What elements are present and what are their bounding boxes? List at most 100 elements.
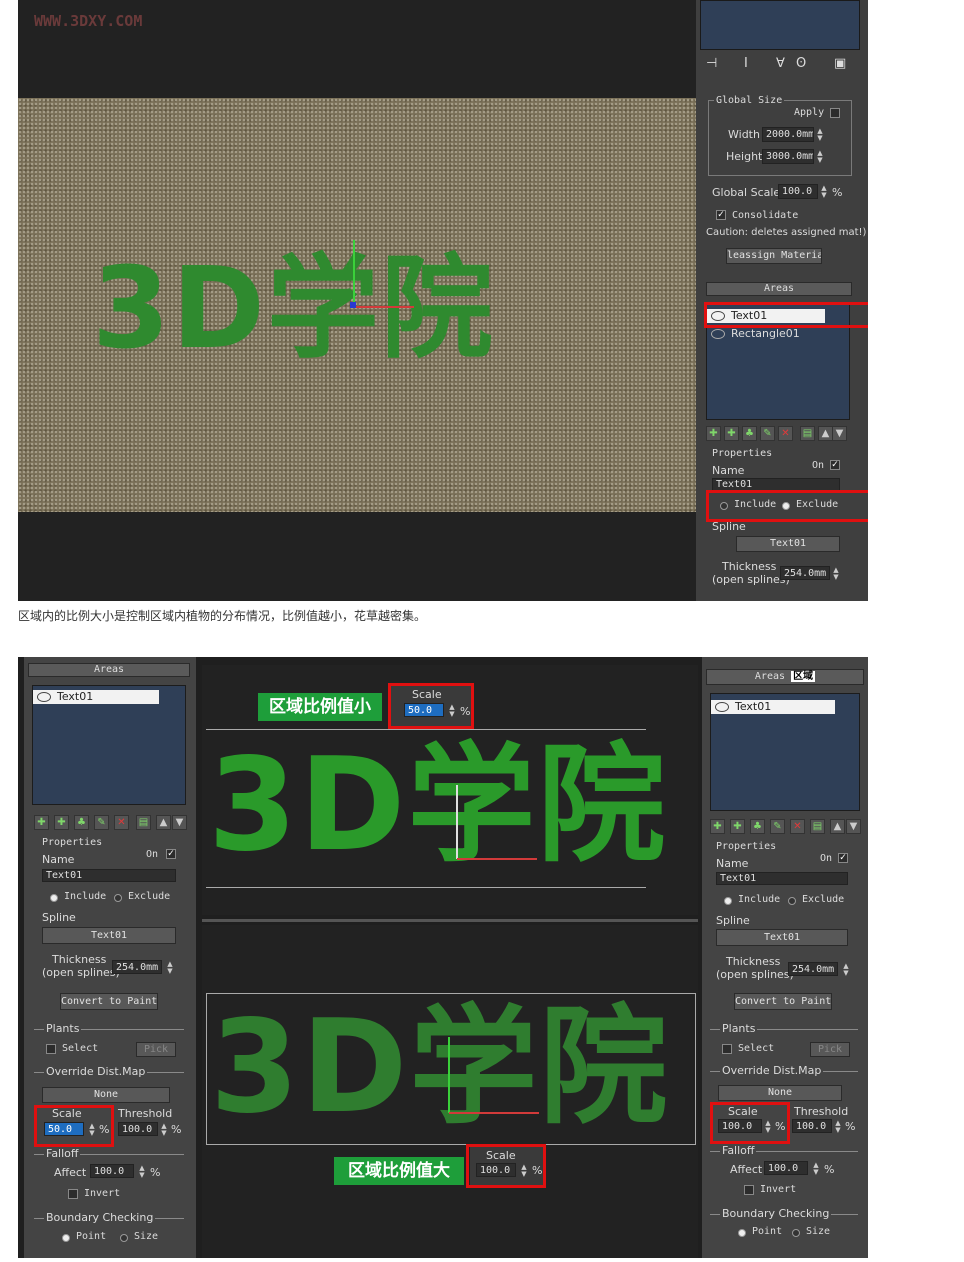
left-point-radio[interactable] — [62, 1234, 70, 1242]
left-point-label: Point — [76, 1231, 107, 1242]
left-thickness-spinner[interactable]: ▲ ▼ — [166, 961, 174, 975]
right-area-item-text01[interactable]: Text01 — [711, 700, 835, 714]
left-on-checkbox[interactable]: ✓ — [166, 849, 176, 859]
right-thickness-field[interactable]: 254.0mm — [788, 962, 838, 976]
add-multi-icon[interactable]: ✚ — [54, 815, 69, 830]
up-arrow-icon[interactable]: ▲ — [818, 426, 833, 441]
right-spline-label: Spline — [716, 914, 750, 927]
left-areas-header[interactable]: Areas — [28, 663, 190, 677]
plant-icon[interactable]: ♣ — [74, 815, 89, 830]
delete-icon[interactable]: ✕ — [114, 815, 129, 830]
right-point-label: Point — [752, 1226, 783, 1237]
right-select-checkbox[interactable] — [722, 1044, 732, 1054]
right-spline-button[interactable]: Text01 — [716, 929, 848, 946]
pan-icon[interactable]: ʘ — [796, 56, 806, 71]
top-viewport[interactable]: WWW.3DXY.COM 3D学院 — [18, 0, 696, 601]
up-arrow-icon[interactable]: ▲ — [830, 819, 845, 834]
area-item-rectangle01[interactable]: Rectangle01 — [707, 327, 849, 341]
thickness-field[interactable]: 254.0mm — [780, 566, 830, 580]
left-none-button[interactable]: None — [42, 1087, 170, 1103]
right-size-radio[interactable] — [792, 1229, 800, 1237]
height-field[interactable]: 3000.0mm — [762, 149, 814, 164]
left-size-radio[interactable] — [120, 1234, 128, 1242]
on-checkbox[interactable]: ✓ — [830, 460, 840, 470]
right-on-checkbox[interactable]: ✓ — [838, 853, 848, 863]
right-scale-highlight — [710, 1102, 790, 1144]
right-areas-header[interactable]: Areas 区域 — [706, 669, 864, 685]
viewport-large-scale[interactable]: 3D学院 — [202, 925, 698, 1258]
consolidate-checkbox[interactable]: ✓ — [716, 210, 726, 220]
right-pick-button[interactable]: Pick — [810, 1042, 850, 1057]
left-area-item-text01[interactable]: Text01 — [33, 690, 159, 704]
cursor-icon[interactable]: I — [744, 56, 748, 71]
down-arrow-icon[interactable]: ▼ — [172, 815, 187, 830]
apply-checkbox[interactable] — [830, 108, 840, 118]
height-label: Height — [726, 150, 763, 163]
add-multi-icon[interactable]: ✚ — [730, 819, 745, 834]
right-threshold-label: Threshold — [794, 1105, 849, 1118]
config-icon[interactable]: ▣ — [834, 56, 846, 71]
add-area-icon[interactable]: ✚ — [34, 815, 49, 830]
spline-button[interactable]: Text01 — [736, 536, 840, 552]
down-arrow-icon[interactable]: ▼ — [832, 426, 847, 441]
height-spinner[interactable]: ▲ ▼ — [816, 150, 824, 164]
width-field[interactable]: 2000.0mm — [762, 127, 814, 142]
left-affect-field[interactable]: 100.0 — [90, 1164, 134, 1178]
left-threshold-spinner[interactable]: ▲ ▼ — [160, 1123, 168, 1137]
add-area-icon[interactable]: ✚ — [710, 819, 725, 834]
right-thickness-spinner[interactable]: ▲ ▼ — [842, 963, 850, 977]
right-convert-button[interactable]: Convert to Paint — [734, 993, 832, 1010]
right-none-button[interactable]: None — [718, 1085, 842, 1101]
plant-icon[interactable]: ♣ — [742, 426, 757, 441]
right-exclude-radio[interactable] — [788, 897, 796, 905]
global-scale-spinner[interactable]: ▲ ▼ — [820, 185, 828, 199]
paint-icon[interactable]: ▤ — [136, 815, 151, 830]
left-pick-button[interactable]: Pick — [136, 1042, 176, 1057]
reassign-material-button[interactable]: leassign Material — [726, 248, 822, 264]
areas-toolbar: ✚ ✚ ♣ ✎ ✕ ▤ ▲ ▼ — [706, 426, 856, 442]
brush-icon[interactable]: ✎ — [94, 815, 109, 830]
delete-icon[interactable]: ✕ — [778, 426, 793, 441]
right-affect-field[interactable]: 100.0 — [764, 1161, 808, 1175]
areas-rollout-header[interactable]: Areas — [706, 282, 852, 296]
add-area-icon[interactable]: ✚ — [706, 426, 721, 441]
pin-icon[interactable]: ⊣ — [706, 56, 717, 71]
up-arrow-icon[interactable]: ▲ — [156, 815, 171, 830]
left-thickness-field[interactable]: 254.0mm — [112, 960, 162, 974]
gizmo-y-axis — [353, 240, 355, 308]
left-spline-button[interactable]: Text01 — [42, 927, 176, 944]
down-arrow-icon[interactable]: ▼ — [846, 819, 861, 834]
right-invert-checkbox[interactable] — [744, 1185, 754, 1195]
left-properties-title: Properties — [42, 837, 103, 848]
left-invert-checkbox[interactable] — [68, 1189, 78, 1199]
right-thickness-sub: (open splines) — [716, 968, 794, 981]
right-affect-spinner[interactable]: ▲ ▼ — [812, 1162, 820, 1176]
right-include-radio[interactable] — [724, 897, 732, 905]
right-command-panel: Areas 区域 Text01 ✚ ✚ ♣ ✎ ✕ ▤ ▲ ▼ Properti… — [702, 657, 868, 1258]
delete-icon[interactable]: ✕ — [790, 819, 805, 834]
brush-icon[interactable]: ✎ — [770, 819, 785, 834]
gizmo-x-axis — [354, 306, 414, 308]
left-threshold-field[interactable]: 100.0 — [118, 1122, 158, 1136]
global-scale-field[interactable]: 100.0 — [778, 184, 818, 199]
left-select-checkbox[interactable] — [46, 1044, 56, 1054]
paint-icon[interactable]: ▤ — [800, 426, 815, 441]
plant-icon[interactable]: ♣ — [750, 819, 765, 834]
right-name-field[interactable]: Text01 — [716, 872, 848, 885]
left-affect-spinner[interactable]: ▲ ▼ — [138, 1165, 146, 1179]
add-multi-icon[interactable]: ✚ — [724, 426, 739, 441]
brush-icon[interactable]: ✎ — [760, 426, 775, 441]
width-spinner[interactable]: ▲ ▼ — [816, 128, 824, 142]
paint-icon[interactable]: ▤ — [810, 819, 825, 834]
scene-text-sparse: 3D学院 — [210, 993, 670, 1142]
thickness-spinner[interactable]: ▲ ▼ — [832, 567, 840, 581]
left-include-radio[interactable] — [50, 894, 58, 902]
right-point-radio[interactable] — [738, 1229, 746, 1237]
left-convert-button[interactable]: Convert to Paint — [60, 993, 158, 1010]
left-exclude-radio[interactable] — [114, 894, 122, 902]
left-name-field[interactable]: Text01 — [42, 869, 176, 882]
right-threshold-spinner[interactable]: ▲ ▼ — [834, 1120, 842, 1134]
large-scale-label: 区域比例值大 — [334, 1157, 464, 1185]
funnel-icon[interactable]: ∀ — [776, 56, 785, 71]
right-threshold-field[interactable]: 100.0 — [792, 1119, 832, 1133]
